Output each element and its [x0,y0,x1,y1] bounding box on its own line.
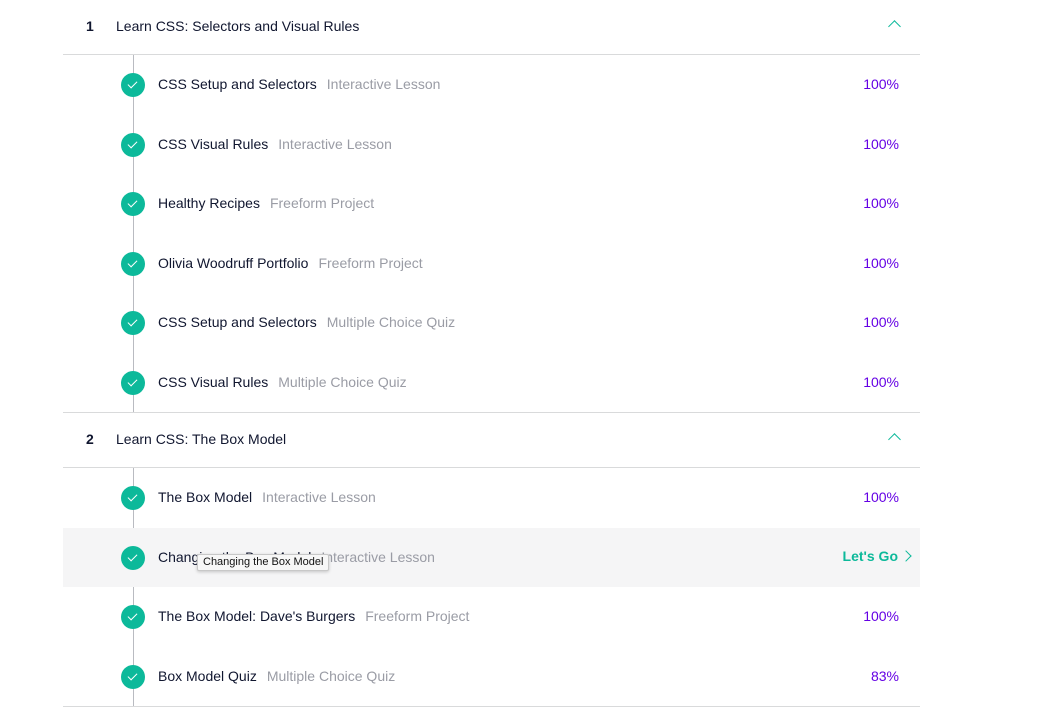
module-2-lessons: The Box Model Interactive Lesson 100% Cha… [63,468,920,706]
module-number: 1 [86,18,94,34]
lesson-type: Freeform Project [365,608,470,624]
lesson-progress: 100% [863,195,899,211]
lesson-name: CSS Setup and Selectors [158,76,317,92]
lesson-progress: 100% [863,135,899,152]
lesson-row[interactable]: Box Model Quiz Multiple Choice Quiz 83% [63,647,920,707]
course-syllabus-page: 1 Learn CSS: Selectors and Visual Rules … [0,0,1038,719]
lesson-name: The Box Model: Dave's Burgers [158,608,356,624]
lesson-progress: 83% [870,667,899,684]
lesson-row-hovered[interactable]: Changing the Box ModelInteractive Lesson… [63,527,920,587]
lesson-type: Multiple Choice Quiz [278,373,407,390]
lesson-progress: 100% [863,314,899,330]
tooltip: Changing the Box Model [197,554,330,571]
check-circle-icon [121,370,145,395]
chevron-right-icon [900,549,912,562]
module-title: Learn CSS: The Box Model [116,431,287,447]
lesson-row[interactable]: CSS Visual Rules Multiple Choice Quiz 100… [63,353,920,413]
lesson-row[interactable]: The Box Model: Dave's Burgers Freeform Pr… [63,587,920,647]
divider [63,706,920,707]
lesson-name: CSS Visual Rules [158,373,269,390]
lesson-name: Healthy Recipes [158,195,260,211]
lesson-name: CSS Setup and Selectors [158,314,317,330]
lesson-type: Interactive Lesson [321,548,435,565]
lesson-row[interactable]: CSS Setup and Selectors Interactive Lesso… [63,55,920,115]
lesson-type: Interactive Lesson [278,135,392,152]
check-circle-icon [121,486,145,510]
lesson-row[interactable]: Olivia Woodruff Portfolio Freeform Projec… [63,234,920,294]
chevron-up-icon[interactable] [888,433,901,446]
check-circle-icon [121,73,145,97]
lesson-type: Freeform Project [318,254,423,271]
lesson-name: The Box Model [158,489,253,505]
check-circle-icon [121,311,145,335]
lesson-name: CSS Visual Rules [158,135,269,152]
module-header-2[interactable]: 2 Learn CSS: The Box Model [63,412,920,468]
lesson-row[interactable]: CSS Setup and Selectors Multiple Choice Q… [63,293,920,353]
lesson-progress: 100% [863,373,899,390]
lesson-row[interactable]: Healthy Recipes Freeform Project 100% [63,174,920,234]
lets-go-label: Let's Go [842,547,898,564]
lets-go-button[interactable]: Let's Go [842,547,912,564]
lesson-name: Olivia Woodruff Portfolio [158,254,309,271]
lesson-type: Multiple Choice Quiz [326,314,456,330]
lesson-type: Interactive Lesson [262,489,376,505]
lesson-progress: 100% [863,608,899,624]
check-circle-icon [121,132,145,157]
check-circle-icon [121,192,145,216]
lesson-type: Multiple Choice Quiz [266,667,396,684]
lesson-name: Box Model Quiz [158,667,257,684]
module-header-1[interactable]: 1 Learn CSS: Selectors and Visual Rules [63,0,920,55]
syllabus: 1 Learn CSS: Selectors and Visual Rules … [63,0,920,707]
module-title: Learn CSS: Selectors and Visual Rules [116,18,360,34]
check-circle-icon [121,605,145,629]
lesson-type: Freeform Project [269,195,375,211]
lesson-row[interactable]: The Box Model Interactive Lesson 100% [63,468,920,528]
check-circle-icon [121,545,145,570]
lesson-progress: 100% [863,254,899,271]
check-circle-icon [121,664,145,689]
lesson-type: Interactive Lesson [326,76,441,92]
module-1-lessons: CSS Setup and Selectors Interactive Lesso… [63,55,920,412]
lesson-progress: 100% [863,76,899,92]
lesson-row[interactable]: CSS Visual Rules Interactive Lesson 100% [63,115,920,175]
lesson-progress: 100% [863,489,899,505]
chevron-up-icon[interactable] [888,20,901,33]
module-number: 2 [86,431,94,447]
check-circle-icon [121,251,145,276]
